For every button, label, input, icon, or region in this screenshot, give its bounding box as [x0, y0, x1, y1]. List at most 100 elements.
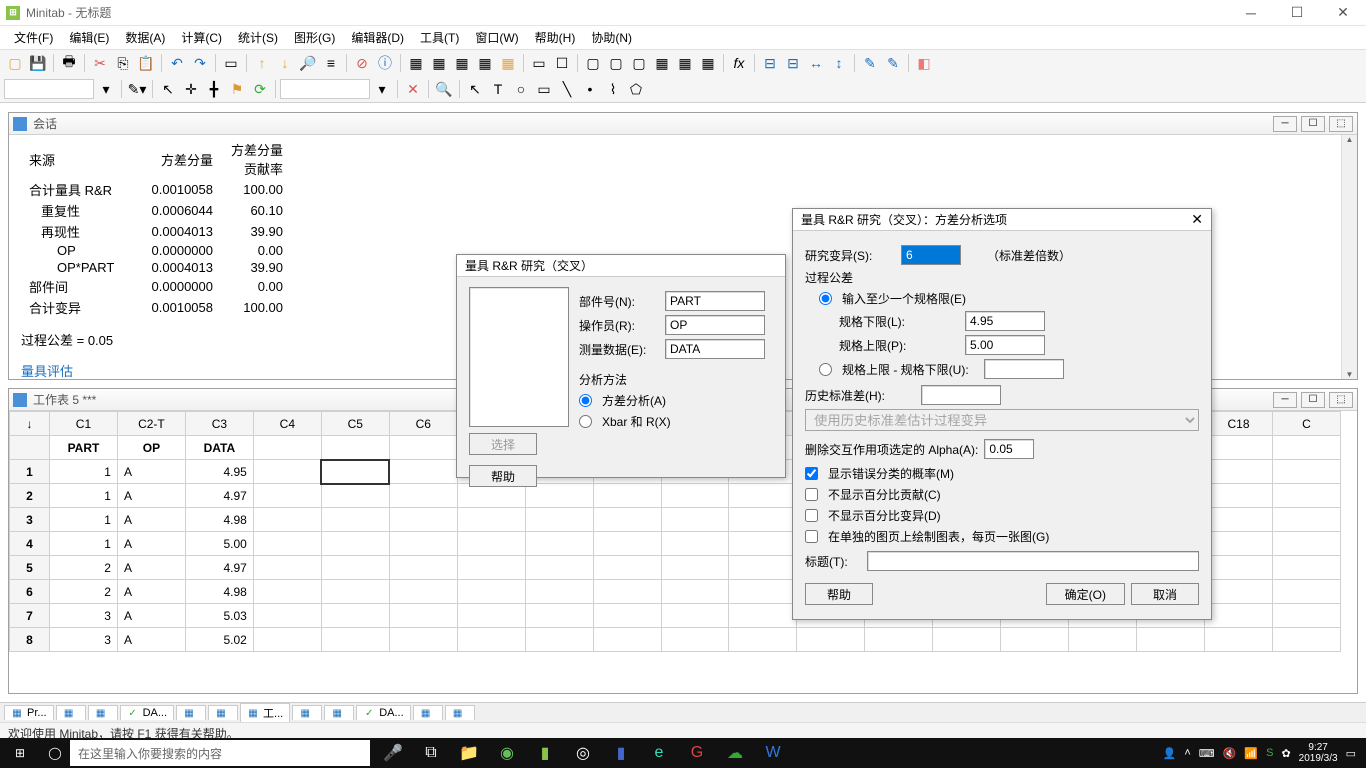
- tb-btn[interactable]: ↕: [828, 52, 850, 74]
- tb-btn[interactable]: ✎: [882, 52, 904, 74]
- cell[interactable]: [321, 604, 389, 628]
- part-input[interactable]: [665, 291, 765, 311]
- cell[interactable]: [253, 460, 321, 484]
- cell[interactable]: [1272, 580, 1340, 604]
- cell[interactable]: [389, 580, 457, 604]
- row-header[interactable]: 6: [10, 580, 50, 604]
- row-header[interactable]: 3: [10, 508, 50, 532]
- tb-btn[interactable]: ⊟: [782, 52, 804, 74]
- cell[interactable]: [525, 604, 593, 628]
- menu-tools[interactable]: 工具(T): [412, 26, 467, 49]
- save-icon[interactable]: 💾: [27, 52, 49, 74]
- cell[interactable]: [1272, 556, 1340, 580]
- alpha-input[interactable]: [984, 439, 1034, 459]
- cell[interactable]: [1205, 508, 1273, 532]
- column-header[interactable]: C: [1272, 412, 1340, 436]
- column-header[interactable]: C3: [185, 412, 253, 436]
- cell[interactable]: 4.95: [185, 460, 253, 484]
- help-button[interactable]: 帮助: [469, 465, 537, 487]
- cell[interactable]: [525, 556, 593, 580]
- redo-icon[interactable]: ↷: [189, 52, 211, 74]
- cell[interactable]: [1205, 460, 1273, 484]
- cell[interactable]: [729, 604, 797, 628]
- range-input[interactable]: [984, 359, 1064, 379]
- dropdown-icon[interactable]: ▾: [371, 78, 393, 100]
- cell[interactable]: A: [117, 556, 185, 580]
- start-button[interactable]: ⊞: [0, 738, 40, 768]
- cell[interactable]: [389, 508, 457, 532]
- tb-btn[interactable]: ▭: [528, 52, 550, 74]
- row-header[interactable]: 5: [10, 556, 50, 580]
- column-name[interactable]: PART: [49, 436, 117, 460]
- zoom-icon[interactable]: 🔍: [433, 78, 455, 100]
- window-tab[interactable]: ▦: [413, 705, 443, 720]
- variable-listbox[interactable]: [469, 287, 569, 427]
- cell[interactable]: [1272, 508, 1340, 532]
- cell[interactable]: [253, 484, 321, 508]
- cell[interactable]: [253, 604, 321, 628]
- cell[interactable]: [525, 532, 593, 556]
- cell[interactable]: [1001, 628, 1069, 652]
- cell[interactable]: [457, 508, 525, 532]
- menu-window[interactable]: 窗口(W): [467, 26, 526, 49]
- menu-calc[interactable]: 计算(C): [173, 26, 230, 49]
- cell[interactable]: [1205, 556, 1273, 580]
- cell[interactable]: [525, 580, 593, 604]
- column-header[interactable]: C4: [253, 412, 321, 436]
- cell[interactable]: [865, 628, 933, 652]
- tb-btn[interactable]: ▦: [697, 52, 719, 74]
- cell[interactable]: [933, 628, 1001, 652]
- menu-assist[interactable]: 协助(N): [583, 26, 640, 49]
- tb-btn[interactable]: ✎: [859, 52, 881, 74]
- cell[interactable]: [321, 556, 389, 580]
- column-name[interactable]: [389, 436, 457, 460]
- column-name[interactable]: [1272, 436, 1340, 460]
- tb-btn[interactable]: ▢: [605, 52, 627, 74]
- row-header[interactable]: 4: [10, 532, 50, 556]
- cell[interactable]: [593, 628, 661, 652]
- tb-btn[interactable]: ▢: [582, 52, 604, 74]
- win-minimize[interactable]: ─: [1273, 392, 1297, 408]
- cell[interactable]: [661, 628, 729, 652]
- cut-icon[interactable]: ✂: [89, 52, 111, 74]
- close-icon[interactable]: ✕: [1191, 211, 1203, 228]
- app-icon[interactable]: ▮: [602, 738, 640, 768]
- people-icon[interactable]: 👤: [1163, 747, 1177, 760]
- cell[interactable]: [661, 604, 729, 628]
- win-minimize[interactable]: ─: [1273, 116, 1297, 132]
- cancel-icon[interactable]: ⊘: [351, 52, 373, 74]
- find-icon[interactable]: 🔎: [297, 52, 319, 74]
- dot-icon[interactable]: •: [579, 78, 601, 100]
- dropdown-icon[interactable]: ▾: [95, 78, 117, 100]
- info-icon[interactable]: ⓘ: [374, 52, 396, 74]
- cell[interactable]: [457, 628, 525, 652]
- cell[interactable]: [593, 508, 661, 532]
- scrollbar[interactable]: [1341, 135, 1357, 379]
- cell[interactable]: [389, 556, 457, 580]
- win-maximize[interactable]: ☐: [1301, 116, 1325, 132]
- arrow-up-icon[interactable]: ↑: [251, 52, 273, 74]
- tb-btn[interactable]: ≡: [320, 52, 342, 74]
- cell[interactable]: A: [117, 628, 185, 652]
- cell[interactable]: [1272, 604, 1340, 628]
- toolbar-input[interactable]: [280, 79, 370, 99]
- tb-btn[interactable]: ▦: [474, 52, 496, 74]
- arrow-dn-icon[interactable]: ↓: [274, 52, 296, 74]
- cell[interactable]: [389, 628, 457, 652]
- lsl-input[interactable]: [965, 311, 1045, 331]
- cell[interactable]: [729, 532, 797, 556]
- cell[interactable]: [593, 556, 661, 580]
- cell[interactable]: [1272, 532, 1340, 556]
- cell[interactable]: 1: [49, 460, 117, 484]
- window-tab[interactable]: ▦: [88, 705, 118, 720]
- edge-icon[interactable]: e: [640, 738, 678, 768]
- tb-btn[interactable]: ☐: [551, 52, 573, 74]
- app-icon[interactable]: ◉: [488, 738, 526, 768]
- title-input[interactable]: [867, 551, 1199, 571]
- ime-icon[interactable]: ⌨: [1199, 747, 1215, 760]
- wps-icon[interactable]: W: [754, 738, 792, 768]
- flag-icon[interactable]: ⚑: [226, 78, 248, 100]
- cell[interactable]: A: [117, 580, 185, 604]
- menu-help[interactable]: 帮助(H): [527, 26, 584, 49]
- crosshair-icon[interactable]: ✛: [180, 78, 202, 100]
